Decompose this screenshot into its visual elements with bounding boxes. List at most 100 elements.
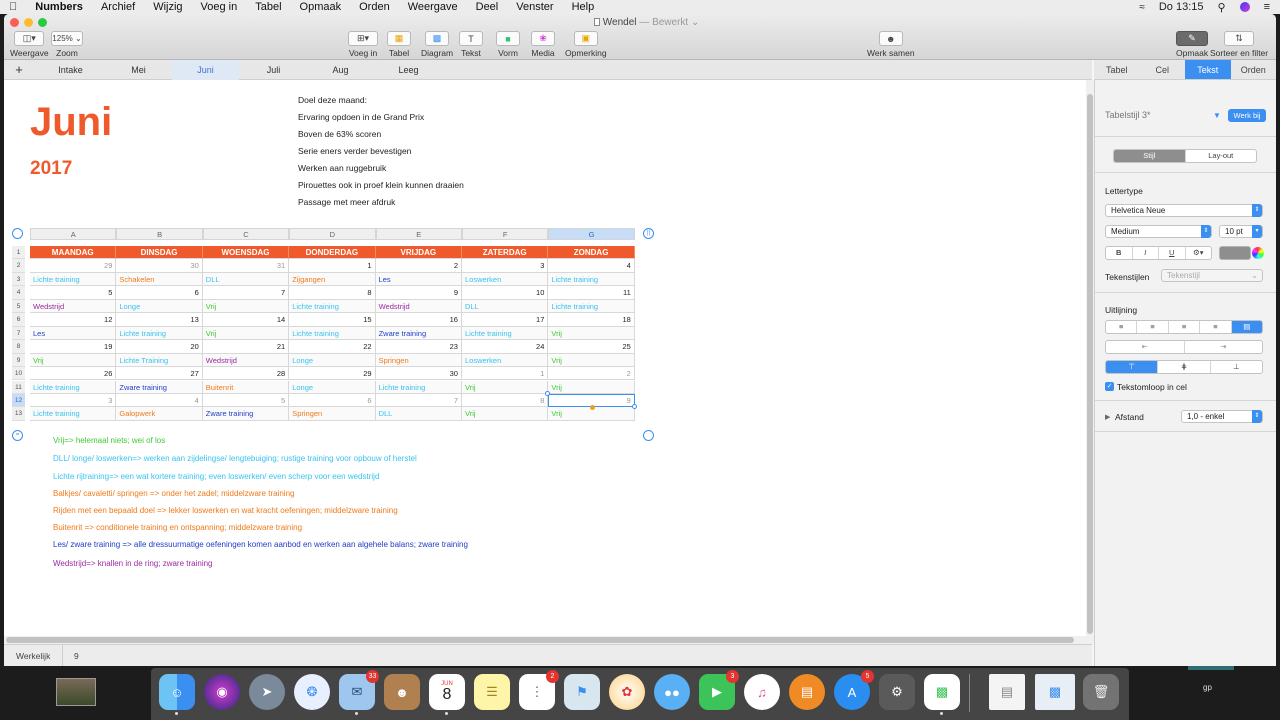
activity-cell[interactable]: Lichte training bbox=[289, 299, 376, 314]
activity-cell[interactable]: Lichte training bbox=[548, 272, 635, 287]
date-cell[interactable]: 5 bbox=[30, 286, 117, 300]
activity-cell[interactable]: DLL bbox=[202, 272, 290, 287]
activity-cell[interactable]: Lichte training bbox=[289, 326, 376, 341]
day-header-cell[interactable]: VRIJDAG bbox=[375, 246, 462, 260]
activity-cell[interactable]: Springen bbox=[375, 353, 462, 367]
menu-help[interactable]: Help bbox=[563, 0, 604, 14]
day-header-cell[interactable]: ZONDAG bbox=[548, 246, 635, 260]
row-header[interactable]: 9 bbox=[12, 353, 25, 367]
date-cell[interactable]: 2 bbox=[548, 367, 635, 381]
date-cell[interactable]: 22 bbox=[289, 340, 376, 354]
date-cell[interactable]: 9 bbox=[375, 286, 462, 300]
date-cell[interactable]: 5 bbox=[202, 393, 290, 408]
calendar-icon[interactable]: JUN 8 bbox=[429, 674, 465, 715]
align-middle-icon[interactable]: ⋕ bbox=[1158, 361, 1211, 373]
tab-aug[interactable]: Aug bbox=[307, 60, 374, 80]
siri-icon[interactable]: ◉ bbox=[204, 674, 240, 710]
column-header[interactable]: B bbox=[116, 228, 203, 240]
collaborate-button[interactable]: ☻ Werk samen bbox=[867, 31, 915, 58]
facetime-icon[interactable]: ▶ 3 bbox=[699, 670, 739, 710]
align-right-icon[interactable]: ≡ bbox=[1169, 321, 1201, 333]
activity-cell[interactable]: Springen bbox=[289, 407, 376, 421]
activity-cell[interactable]: Loswerken bbox=[462, 272, 549, 287]
row-header[interactable]: 8 bbox=[12, 340, 25, 354]
row-header[interactable]: 6 bbox=[12, 313, 25, 327]
font-family-select[interactable]: Helvetica Neue ⇕ bbox=[1105, 204, 1263, 217]
horizontal-scrollbar[interactable] bbox=[4, 636, 1086, 644]
date-cell[interactable]: 14 bbox=[202, 313, 290, 327]
finder-icon[interactable]: ☺ bbox=[159, 674, 195, 715]
layout-segment[interactable]: Lay-out bbox=[1186, 150, 1257, 162]
row-header[interactable]: 3 bbox=[12, 272, 25, 287]
date-cell[interactable]: 16 bbox=[375, 313, 462, 327]
font-weight-select[interactable]: Medium ⇕ bbox=[1105, 225, 1212, 238]
activity-cell[interactable]: Vrij bbox=[30, 353, 117, 367]
date-cell[interactable]: 11 bbox=[548, 286, 635, 300]
row-header[interactable]: 10 bbox=[12, 367, 25, 381]
row-header[interactable]: 11 bbox=[12, 380, 25, 394]
activity-cell[interactable]: Longe bbox=[289, 353, 376, 367]
activity-cell[interactable]: Vrij bbox=[462, 380, 549, 394]
align-auto-icon[interactable]: ▤ bbox=[1231, 321, 1262, 333]
activity-cell[interactable]: Lichte training bbox=[116, 326, 203, 341]
activity-cell[interactable]: Vrij bbox=[548, 326, 635, 341]
minimize-window-button[interactable] bbox=[24, 18, 33, 27]
horizontal-scroll-thumb[interactable] bbox=[6, 637, 1074, 643]
row-header[interactable]: 13 bbox=[12, 407, 25, 421]
activity-cell[interactable]: Vrij bbox=[548, 380, 635, 394]
column-header[interactable]: C bbox=[202, 228, 290, 240]
date-cell[interactable]: 21 bbox=[202, 340, 290, 354]
activity-cell[interactable]: Zware training bbox=[375, 326, 462, 341]
italic-button[interactable]: I bbox=[1133, 247, 1159, 259]
date-cell[interactable]: 8 bbox=[462, 393, 549, 408]
activity-cell[interactable]: Vrij bbox=[462, 407, 549, 421]
row-header[interactable]: 2 bbox=[12, 259, 25, 273]
itunes-icon[interactable]: ♫ bbox=[744, 674, 780, 710]
activity-cell[interactable]: Lichte training bbox=[30, 272, 117, 287]
menu-tabel[interactable]: Tabel bbox=[246, 0, 290, 14]
messages-icon[interactable]: ●● bbox=[654, 674, 690, 710]
launchpad-icon[interactable]: ➤ bbox=[249, 674, 285, 710]
bold-button[interactable]: B bbox=[1106, 247, 1133, 259]
spotlight-search-icon[interactable]: ⚲ bbox=[1218, 1, 1226, 14]
menu-deel[interactable]: Deel bbox=[467, 0, 508, 14]
zoom-window-button[interactable] bbox=[38, 18, 47, 27]
desktop-photo-thumbnail[interactable] bbox=[56, 678, 96, 706]
date-cell[interactable]: 7 bbox=[375, 393, 462, 408]
activity-cell[interactable]: Lichte training bbox=[30, 407, 117, 421]
photos-icon[interactable]: ✿ bbox=[609, 674, 645, 710]
inspector-tab-tabel[interactable]: Tabel bbox=[1094, 60, 1140, 79]
activity-cell[interactable]: Vrij bbox=[202, 299, 290, 314]
month-title[interactable]: Juni bbox=[30, 100, 112, 145]
row-header[interactable]: 5 bbox=[12, 299, 25, 314]
documents-stack-icon[interactable]: ▤ bbox=[989, 674, 1025, 710]
date-cell[interactable]: 17 bbox=[462, 313, 549, 327]
activity-cell[interactable]: Vrij bbox=[548, 353, 635, 367]
date-cell[interactable]: 1 bbox=[462, 367, 549, 381]
style-segment[interactable]: Stijl bbox=[1114, 150, 1186, 162]
align-top-icon[interactable]: ⊤ bbox=[1106, 361, 1159, 373]
sort-filter-button[interactable]: ⇅ Sorteer en filter bbox=[1210, 31, 1268, 58]
notification-center-icon[interactable]: ≡ bbox=[1264, 1, 1270, 13]
vertical-scroll-thumb[interactable] bbox=[1087, 94, 1093, 634]
day-header-cell[interactable]: WOENSDAG bbox=[202, 246, 290, 260]
activity-cell[interactable]: Longe bbox=[289, 380, 376, 394]
date-cell[interactable]: 6 bbox=[289, 393, 376, 408]
text-color-well[interactable] bbox=[1219, 246, 1251, 260]
wrap-text-checkbox[interactable]: ✓ bbox=[1105, 382, 1114, 391]
activity-cell[interactable]: Wedstrijd bbox=[30, 299, 117, 314]
date-cell[interactable]: 25 bbox=[548, 340, 635, 354]
color-wheel-icon[interactable] bbox=[1252, 247, 1264, 259]
date-cell[interactable]: 4 bbox=[548, 259, 635, 273]
column-header[interactable]: A bbox=[30, 228, 117, 240]
tab-leeg[interactable]: Leeg bbox=[375, 60, 442, 80]
document-status[interactable]: — Bewerkt ⌄ bbox=[639, 17, 699, 28]
spacing-select[interactable]: 1,0 - enkel ⇕ bbox=[1181, 410, 1263, 423]
date-cell[interactable]: 13 bbox=[116, 313, 203, 327]
chart-button[interactable]: ▩ Diagram bbox=[421, 31, 453, 58]
date-cell[interactable]: 27 bbox=[116, 367, 203, 381]
date-cell[interactable]: 15 bbox=[289, 313, 376, 327]
date-cell[interactable]: 30 bbox=[116, 259, 203, 273]
vertical-scrollbar[interactable] bbox=[1086, 80, 1094, 644]
align-bottom-icon[interactable]: ⊥ bbox=[1211, 361, 1262, 373]
